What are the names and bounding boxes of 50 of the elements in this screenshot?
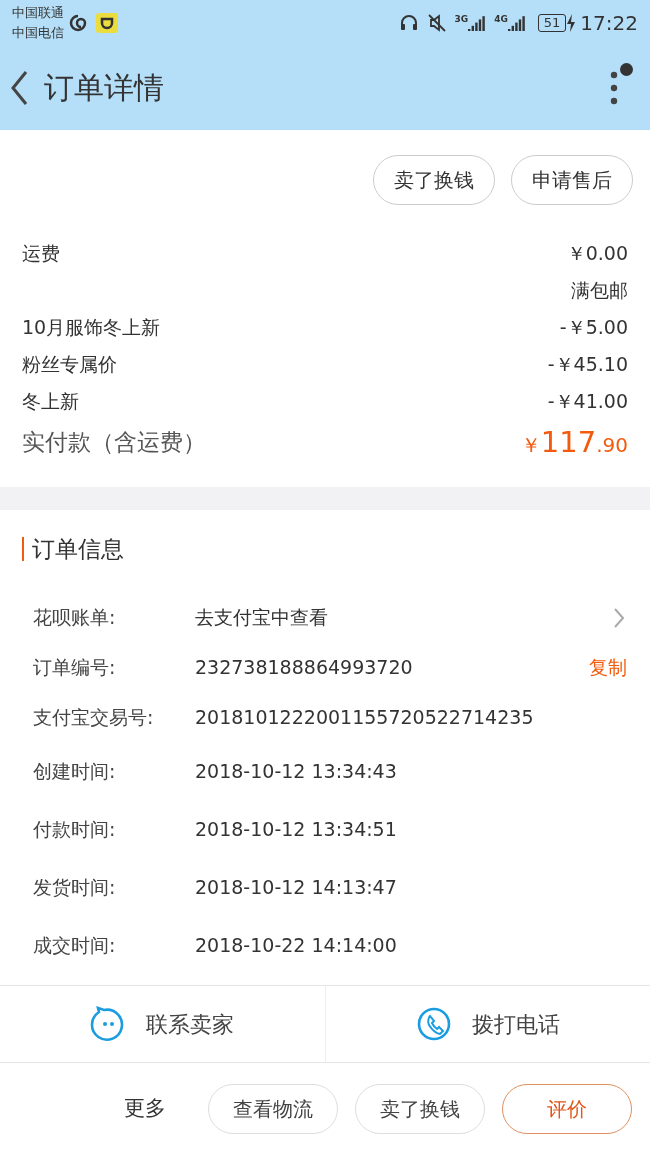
info-label: 支付宝交易号: [33,705,155,731]
info-label: 发货时间: [33,875,117,901]
section-title: 订单信息 [32,535,124,564]
more-label[interactable]: 更多 [124,1093,166,1125]
info-label: 付款时间: [33,817,117,843]
action-button[interactable]: 卖了换钱 [355,1084,485,1134]
action-button[interactable]: 查看物流 [208,1084,338,1134]
price-value: -￥5.00 [559,315,628,341]
action-button[interactable]: 评价 [502,1084,632,1134]
info-value: 2018-10-12 13:34:43 [195,759,397,785]
page-title: 订单详情 [44,69,164,107]
swirl-icon [68,12,88,33]
info-value: 232738188864993720 [195,655,413,681]
signal-icon [507,14,526,31]
price-label: 10月服饰冬上新 [22,315,161,341]
more-icon[interactable] [610,70,618,105]
phone-icon [415,1006,452,1042]
contact-seller-button[interactable]: 联系卖家 [0,986,325,1062]
charging-icon [566,13,577,32]
network-type: 3G [454,14,469,24]
info-label: 创建时间: [33,759,117,785]
price-value: -￥45.10 [547,352,628,378]
app-badge-icon [96,12,118,33]
info-label: 订单编号: [33,655,117,681]
carrier-name: 中国联通 [12,3,64,22]
signal-icon [468,14,487,31]
info-value: 2018-10-12 13:34:51 [195,817,397,843]
action-button[interactable]: 申请售后 [511,155,633,205]
price-value: ￥0.00 [566,241,628,267]
carrier-name: 中国电信 [12,23,64,42]
price-value: -￥41.00 [547,389,628,415]
call-button[interactable]: 拨打电话 [324,986,650,1062]
info-link[interactable]: 去支付宝中查看 [195,603,328,632]
info-label: 成交时间: [33,933,117,959]
info-value: 2018101222001155720522714235 [195,705,534,731]
info-label: 花呗账单: [33,605,117,631]
price-label: 运费 [22,241,60,267]
price-label: 冬上新 [22,389,79,415]
info-value: 2018-10-22 14:14:00 [195,933,397,959]
action-button[interactable]: 卖了换钱 [373,155,495,205]
total-label: 实付款（含运费） [22,428,206,458]
battery-level: 51 [537,13,567,32]
mute-icon [426,12,447,33]
info-value: 2018-10-12 14:13:47 [195,875,397,901]
shipping-note: 满包邮 [571,278,628,304]
network-type: 4G [494,14,508,24]
clock: 17:22 [580,9,638,37]
headphones-icon [398,12,419,33]
total-amount: ￥117.90 [520,423,628,461]
price-label: 粉丝专属价 [22,352,117,378]
